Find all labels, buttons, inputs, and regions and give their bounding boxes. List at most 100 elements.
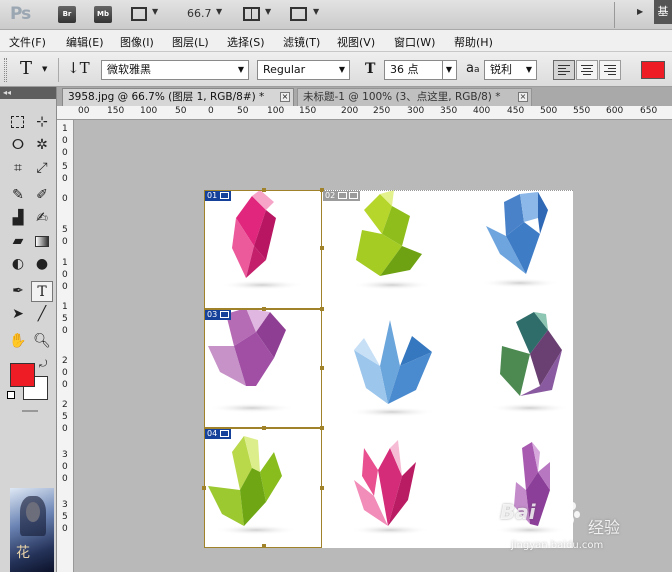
bridge-button[interactable]: Br bbox=[58, 6, 76, 23]
slice-04[interactable] bbox=[204, 428, 322, 548]
options-bar: T ▼ ↓T 微软雅黑 ▼ Regular ▼ T 36 点 ▼ aa 锐利 ▼ bbox=[0, 52, 672, 87]
close-icon[interactable]: × bbox=[280, 92, 290, 102]
default-colors-icon[interactable] bbox=[7, 391, 15, 399]
slice-handle[interactable] bbox=[320, 486, 324, 490]
font-style-value: Regular bbox=[263, 63, 306, 76]
collapse-panel-icon[interactable]: ◂◂ bbox=[0, 87, 56, 99]
arrange-dropdown-icon[interactable]: ▼ bbox=[265, 7, 271, 16]
slice-handle[interactable] bbox=[320, 307, 324, 311]
watermark-text: 经验 bbox=[588, 518, 621, 537]
gradient-tool-icon[interactable] bbox=[31, 231, 53, 252]
menu-layer[interactable]: 图层(L) bbox=[172, 34, 209, 50]
view-extras-dropdown-icon[interactable]: ▼ bbox=[152, 7, 158, 16]
font-size-dropdown-icon: ▼ bbox=[441, 61, 452, 79]
options-separator bbox=[58, 58, 59, 82]
vertical-ruler: 1 0 0 5 0 0 5 0 1 0 0 1 5 0 2 0 0 2 5 0 … bbox=[57, 120, 74, 572]
dodge-tool-icon[interactable]: ● bbox=[31, 254, 53, 275]
lasso-tool-icon[interactable]: ⵔ bbox=[7, 135, 29, 156]
type-tool-icon[interactable]: T bbox=[31, 281, 53, 302]
watermark-logo: Bai bbox=[500, 500, 536, 524]
crop-tool-icon[interactable]: ⌗ bbox=[7, 158, 29, 179]
zoom-level[interactable]: 66.7 bbox=[187, 7, 212, 20]
workspace-switcher[interactable]: 基 bbox=[654, 0, 672, 24]
move-tool-icon[interactable]: ⊹ bbox=[31, 112, 53, 133]
blue-crystal bbox=[486, 192, 548, 274]
slice-03[interactable] bbox=[204, 309, 322, 428]
hand-tool-icon[interactable]: ✋ bbox=[7, 331, 29, 352]
spot-healing-tool-icon[interactable]: ✎ bbox=[7, 185, 29, 206]
menu-view[interactable]: 视图(V) bbox=[337, 34, 375, 50]
slice-handle[interactable] bbox=[262, 307, 266, 311]
clone-stamp-tool-icon[interactable]: ▟ bbox=[7, 208, 29, 229]
quick-mask-button[interactable] bbox=[22, 410, 38, 412]
crystal-shadow bbox=[490, 403, 570, 413]
menu-image[interactable]: 图像(I) bbox=[120, 34, 154, 50]
slice-handle[interactable] bbox=[202, 486, 206, 490]
font-size-select[interactable]: 36 点 ▼ bbox=[384, 60, 457, 80]
text-color-swatch[interactable] bbox=[641, 61, 665, 79]
tab-document-3958[interactable]: 3958.jpg @ 66.7% (图层 1, RGB/8#) * × bbox=[62, 88, 294, 106]
slice-image-icon bbox=[337, 192, 347, 199]
brush-tool-icon[interactable]: ✐ bbox=[31, 185, 53, 206]
slice-01[interactable] bbox=[204, 190, 322, 309]
line-tool-icon[interactable]: ╱ bbox=[31, 304, 53, 325]
text-orientation-toggle-icon[interactable]: ↓T bbox=[67, 59, 90, 77]
magic-wand-tool-icon[interactable]: ✲ bbox=[31, 135, 53, 156]
align-right-button[interactable] bbox=[599, 60, 621, 80]
zoom-dropdown-icon[interactable]: ▼ bbox=[216, 7, 222, 16]
options-grip bbox=[4, 58, 7, 82]
slice-image-icon bbox=[219, 311, 229, 318]
document-canvas[interactable]: 01 02 03 04 bbox=[202, 188, 573, 548]
slice-handle[interactable] bbox=[320, 246, 324, 250]
crystal-shadow bbox=[352, 280, 432, 290]
screen-mode-button[interactable] bbox=[290, 7, 307, 21]
eraser-tool-icon[interactable]: ▰ bbox=[7, 231, 29, 252]
slice-number-badge: 03 bbox=[205, 310, 231, 320]
application-bar: Ps Br Mb ▼ 66.7 ▼ ▼ ▼ ▶ 基 bbox=[0, 0, 672, 30]
blur-tool-icon[interactable]: ◐ bbox=[7, 254, 29, 275]
slice-number-badge: 01 bbox=[205, 191, 231, 201]
arrange-documents-button[interactable] bbox=[243, 7, 260, 21]
foreground-color-swatch[interactable] bbox=[10, 363, 35, 387]
zoom-tool-icon[interactable]: 🔍︎ bbox=[31, 331, 53, 352]
menu-edit[interactable]: 编辑(E) bbox=[66, 34, 104, 50]
font-family-select[interactable]: 微软雅黑 ▼ bbox=[101, 60, 249, 80]
marquee-tool-icon[interactable] bbox=[7, 112, 29, 133]
slice-handle[interactable] bbox=[262, 188, 266, 192]
font-size-icon: T bbox=[365, 61, 376, 77]
crystal-shadow bbox=[350, 525, 430, 535]
screen-mode-dropdown-icon[interactable]: ▼ bbox=[313, 7, 319, 16]
slice-handle[interactable] bbox=[320, 366, 324, 370]
menu-filter[interactable]: 滤镜(T) bbox=[283, 34, 320, 50]
pen-tool-icon[interactable]: ✒ bbox=[7, 281, 29, 302]
minibridge-button[interactable]: Mb bbox=[94, 6, 112, 23]
menu-window[interactable]: 窗口(W) bbox=[394, 34, 435, 50]
align-left-button[interactable] bbox=[553, 60, 575, 80]
align-center-button[interactable] bbox=[576, 60, 598, 80]
teal-purple-crystal bbox=[500, 312, 562, 396]
workspace-dropdown-icon[interactable]: ▶ bbox=[637, 7, 643, 16]
eyedropper-tool-icon[interactable]: ⤢ bbox=[31, 158, 53, 179]
antialias-select[interactable]: 锐利 ▼ bbox=[484, 60, 537, 80]
path-selection-tool-icon[interactable]: ➤ bbox=[7, 304, 29, 325]
menu-help[interactable]: 帮助(H) bbox=[454, 34, 493, 50]
menu-select[interactable]: 选择(S) bbox=[227, 34, 265, 50]
swap-colors-icon[interactable]: ⤾ bbox=[39, 359, 47, 370]
menu-file[interactable]: 文件(F) bbox=[9, 34, 46, 50]
view-extras-button[interactable] bbox=[131, 7, 147, 21]
font-style-dropdown-icon: ▼ bbox=[338, 65, 345, 74]
tab-document-untitled[interactable]: 未标题-1 @ 100% (3、点这里, RGB/8) * × bbox=[297, 88, 532, 106]
font-family-dropdown-icon: ▼ bbox=[237, 65, 244, 74]
antialias-icon: aa bbox=[466, 61, 480, 76]
tool-preset-picker[interactable]: T ▼ bbox=[16, 58, 52, 82]
slice-handle[interactable] bbox=[262, 544, 266, 548]
close-icon[interactable]: × bbox=[518, 92, 528, 102]
crystal-shadow bbox=[348, 407, 436, 417]
font-style-select[interactable]: Regular ▼ bbox=[257, 60, 350, 80]
slice-image-icon bbox=[219, 430, 229, 437]
history-brush-tool-icon[interactable]: ✍ bbox=[31, 208, 53, 229]
slice-handle[interactable] bbox=[262, 426, 266, 430]
slice-link-icon bbox=[349, 192, 359, 199]
font-family-value: 微软雅黑 bbox=[107, 63, 151, 76]
slice-handle[interactable] bbox=[320, 426, 324, 430]
